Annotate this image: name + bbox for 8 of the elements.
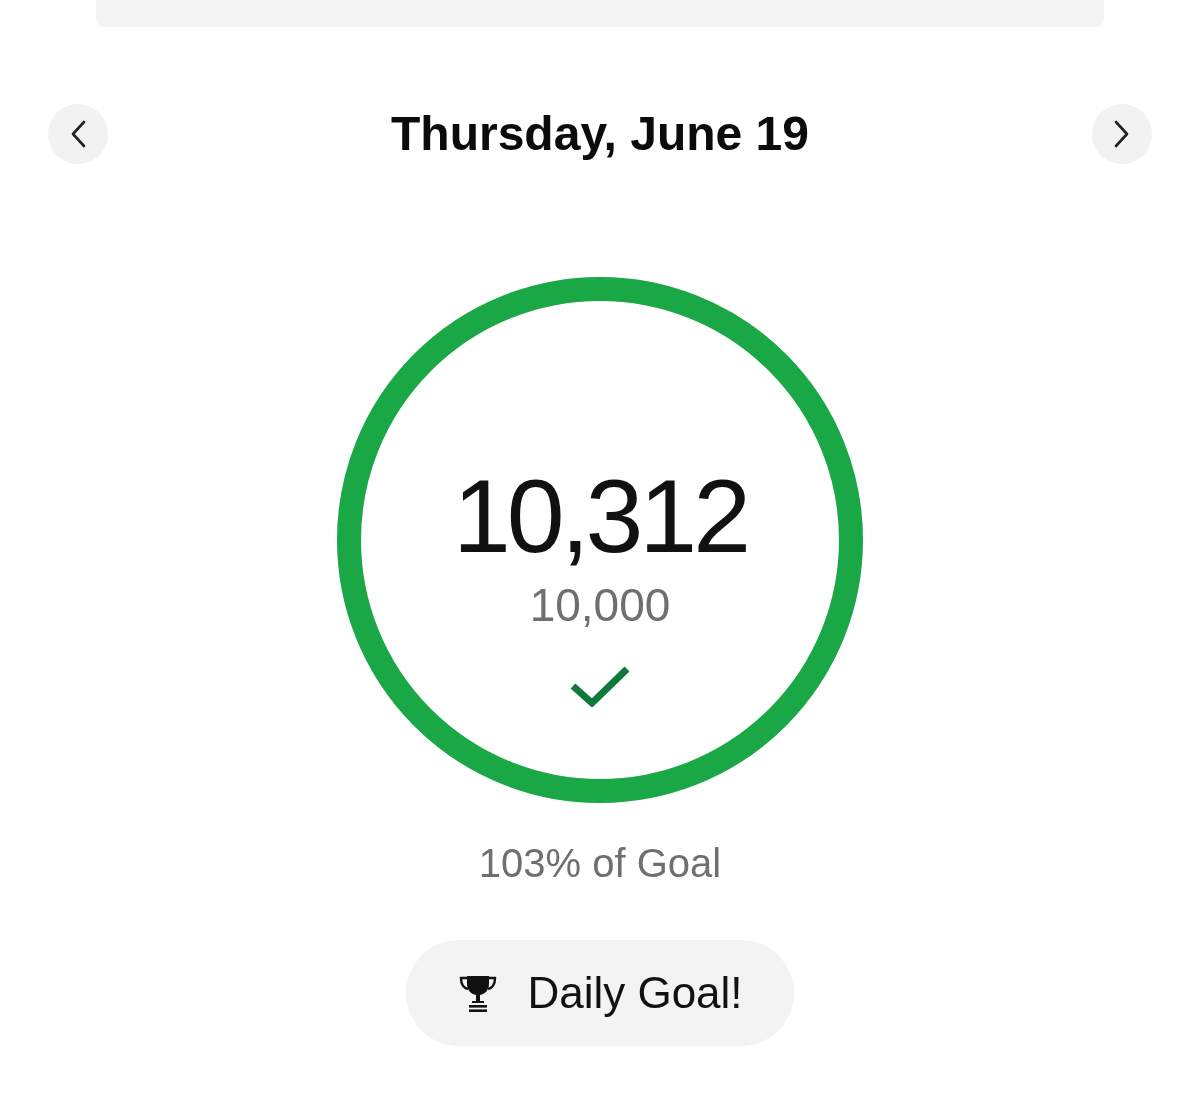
chevron-left-icon: [70, 120, 86, 148]
chevron-right-icon: [1114, 120, 1130, 148]
goal-percentage: 103% of Goal: [478, 840, 722, 887]
date-title: Thursday, June 19: [391, 106, 809, 162]
step-count: 10,312: [452, 464, 748, 568]
step-goal: 10,000: [529, 582, 671, 628]
achievement-label: Daily Goal!: [527, 967, 743, 1019]
trophy-icon: [459, 974, 498, 1012]
